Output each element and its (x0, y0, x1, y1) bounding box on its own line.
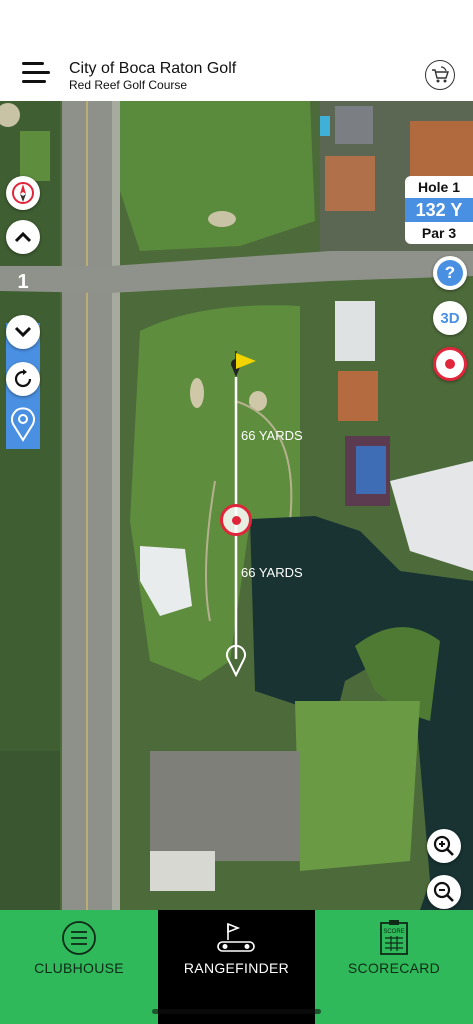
target-marker[interactable] (220, 504, 252, 536)
menu-icon[interactable] (22, 62, 50, 86)
lower-distance-label: 66 YARDS (241, 565, 303, 580)
help-button[interactable]: ? (433, 256, 467, 290)
cart-refresh-icon[interactable] (425, 60, 455, 90)
chevron-up-icon[interactable] (6, 220, 40, 254)
help-icon: ? (437, 260, 463, 286)
bottom-tab-bar: CLUBHOUSE RANGEFINDER SCORE SCORECARD (0, 910, 473, 1024)
tab-clubhouse[interactable]: CLUBHOUSE (0, 910, 158, 1024)
upper-distance-label: 66 YARDS (241, 428, 303, 443)
flag-icon (236, 353, 256, 369)
hole-yardage: 132 Y (405, 198, 473, 222)
location-pin-icon[interactable] (9, 406, 37, 442)
hole-label: Hole 1 (417, 179, 460, 195)
tab-rangefinder-label: RANGEFINDER (183, 960, 290, 976)
scorecard-icon-text: SCORE (383, 929, 404, 935)
hole-par: Par 3 (421, 225, 457, 241)
tab-clubhouse-label: CLUBHOUSE (34, 960, 124, 976)
target-dot-icon (445, 359, 455, 369)
tab-rangefinder[interactable]: RANGEFINDER (158, 910, 315, 1024)
reset-view-icon[interactable] (6, 362, 40, 396)
home-indicator (152, 1009, 321, 1014)
app-header: City of Boca Raton Golf Red Reef Golf Co… (0, 0, 473, 101)
hole-number: 1 (17, 271, 29, 293)
scorecard-icon: SCORE (379, 920, 409, 961)
satellite-map[interactable]: 66 YARDS 66 YARDS 1 Hole 1 132 Y Par 3 ?… (0, 101, 473, 910)
3d-label: 3D (440, 309, 460, 327)
3d-view-button[interactable]: 3D (433, 301, 467, 335)
tab-scorecard-label: SCORECARD (347, 960, 441, 976)
club-name: City of Boca Raton Golf (69, 60, 237, 77)
zoom-in-icon[interactable] (427, 829, 461, 863)
golf-cart-flag-icon (216, 920, 256, 961)
course-title-block: City of Boca Raton Golf Red Reef Golf Co… (69, 60, 236, 92)
compass-icon[interactable] (6, 176, 40, 210)
hole-info-panel: Hole 1 132 Y Par 3 (405, 176, 473, 244)
course-name: Red Reef Golf Course (69, 78, 188, 92)
zoom-out-icon[interactable] (427, 875, 461, 909)
tab-scorecard[interactable]: SCORE SCORECARD (315, 910, 473, 1024)
target-toggle-button[interactable] (433, 347, 467, 381)
list-icon (61, 920, 97, 961)
chevron-down-icon[interactable] (6, 315, 40, 349)
